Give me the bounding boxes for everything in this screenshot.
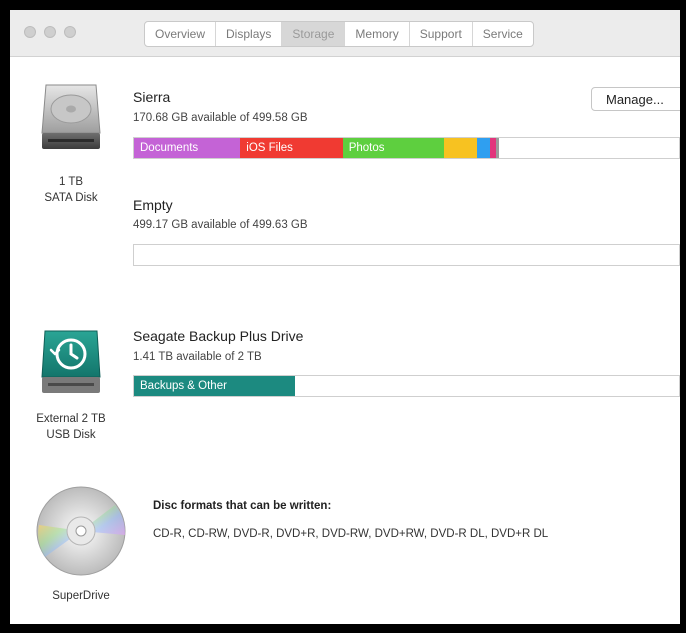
title-bar: Overview Displays Storage Memory Support… bbox=[10, 10, 680, 57]
close-window-button[interactable] bbox=[24, 26, 36, 38]
internal-disk-size: 1 TB bbox=[58, 176, 84, 188]
storage-bar-seagate: Backups & Other bbox=[133, 375, 680, 397]
window-controls bbox=[24, 26, 76, 38]
external-disk-type: USB Disk bbox=[46, 429, 96, 441]
hard-disk-icon bbox=[38, 81, 104, 155]
segment-photos: Photos bbox=[342, 138, 445, 158]
segment-other-gray bbox=[495, 138, 500, 158]
segment-ios-files: iOS Files bbox=[240, 138, 343, 158]
superdrive-caption: SuperDrive bbox=[52, 590, 110, 602]
tab-bar: Overview Displays Storage Memory Support… bbox=[144, 21, 534, 47]
tab-service[interactable]: Service bbox=[473, 22, 533, 46]
system-information-window: Overview Displays Storage Memory Support… bbox=[10, 10, 680, 624]
zoom-window-button[interactable] bbox=[64, 26, 76, 38]
segment-documents: Documents bbox=[134, 138, 241, 158]
external-disk-size: External 2 TB bbox=[36, 413, 106, 425]
tab-overview[interactable]: Overview bbox=[145, 22, 217, 46]
volume-available-sierra: 170.68 GB available of 499.58 GB bbox=[133, 112, 308, 124]
tab-memory[interactable]: Memory bbox=[345, 22, 410, 46]
segment-other-yellow bbox=[444, 138, 477, 158]
time-machine-disk-icon bbox=[39, 327, 103, 399]
disc-formats-list: CD-R, CD-RW, DVD-R, DVD+R, DVD-RW, DVD+R… bbox=[153, 528, 549, 540]
volume-available-seagate: 1.41 TB available of 2 TB bbox=[133, 351, 262, 363]
minimize-window-button[interactable] bbox=[44, 26, 56, 38]
segment-backups-other: Backups & Other bbox=[134, 376, 295, 396]
tab-storage[interactable]: Storage bbox=[282, 22, 346, 46]
storage-panel: 1 TB SATA Disk Sierra 170.68 GB availabl… bbox=[10, 57, 680, 624]
manage-button[interactable]: Manage... bbox=[591, 87, 680, 111]
volume-name-seagate: Seagate Backup Plus Drive bbox=[133, 328, 304, 344]
storage-bar-sierra: Documents iOS Files Photos bbox=[133, 137, 680, 159]
disc-formats-title: Disc formats that can be written: bbox=[153, 500, 332, 512]
storage-bar-empty bbox=[133, 244, 680, 266]
segment-other-blue bbox=[476, 138, 491, 158]
volume-available-empty: 499.17 GB available of 499.63 GB bbox=[133, 219, 308, 231]
volume-name-sierra: Sierra bbox=[133, 89, 171, 105]
internal-disk-type: SATA Disk bbox=[44, 192, 98, 204]
optical-disc-icon bbox=[35, 485, 127, 577]
tab-displays[interactable]: Displays bbox=[216, 22, 283, 46]
external-disk-caption: External 2 TB USB Disk bbox=[21, 411, 121, 443]
internal-disk-caption: 1 TB SATA Disk bbox=[21, 174, 121, 206]
volume-name-empty: Empty bbox=[133, 197, 173, 213]
tab-support[interactable]: Support bbox=[410, 22, 473, 46]
